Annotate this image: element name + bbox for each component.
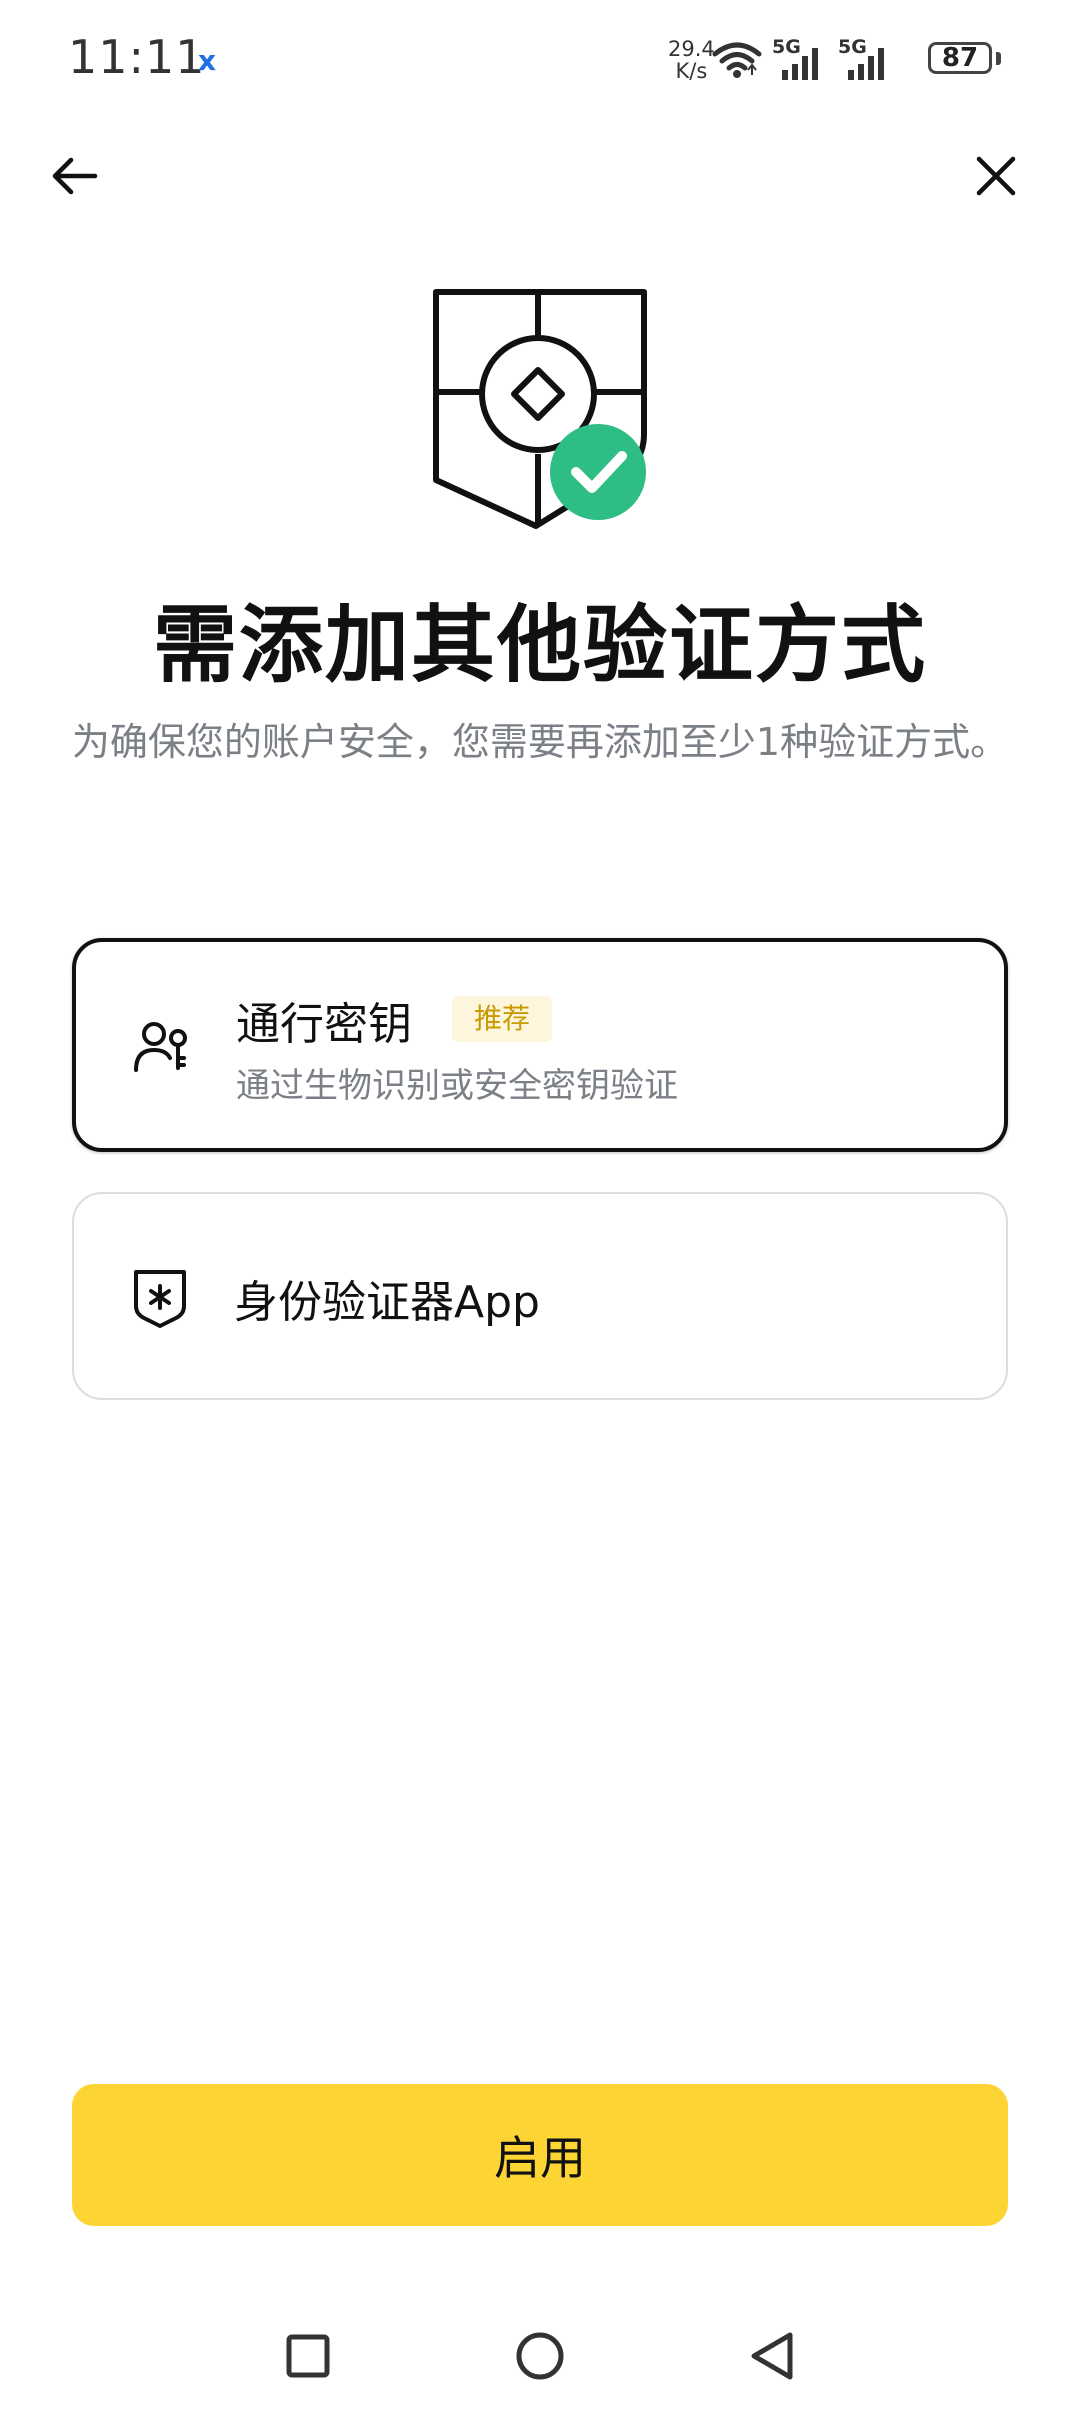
passkey-description: 通过生物识别或安全密钥验证 (236, 1066, 678, 1106)
close-icon (976, 156, 1016, 196)
recommended-badge: 推荐 (452, 996, 553, 1042)
authenticator-shield-icon (134, 1270, 186, 1328)
signal-icon: 5G (772, 36, 828, 80)
network-speed-value: 29.4 (668, 37, 715, 61)
battery-nub (996, 52, 1001, 65)
shield-check-icon (433, 289, 647, 529)
authenticator-app-title: 身份验证器App (234, 1277, 540, 1328)
arrow-left-icon (52, 157, 98, 195)
authenticator-app-option[interactable]: 身份验证器App (72, 1192, 1008, 1400)
enable-button[interactable]: 启用 (72, 2084, 1008, 2226)
close-button[interactable] (960, 140, 1032, 212)
signal-icon: 5G (838, 36, 894, 80)
battery-icon: 87 (928, 42, 992, 74)
network-speed-unit: K/s (675, 59, 708, 83)
back-button[interactable] (38, 140, 110, 212)
page-subtitle: 为确保您的账户安全，您需要再添加至少1种验证方式。 (71, 720, 1009, 764)
back-triangle-icon (751, 2332, 793, 2380)
home-circle-icon (516, 2332, 564, 2380)
status-time: 11:11 (68, 30, 206, 84)
network-speed: 29.4 K/s (668, 38, 715, 82)
back-nav-button[interactable] (736, 2320, 808, 2392)
home-button[interactable] (504, 2320, 576, 2392)
recents-square-icon (286, 2334, 330, 2378)
notification-icon: x (198, 44, 217, 77)
check-badge (550, 424, 646, 520)
passkey-option[interactable]: 通行密钥 推荐 通过生物识别或安全密钥验证 (72, 938, 1008, 1152)
passkey-title: 通行密钥 (236, 999, 412, 1050)
wifi-icon (712, 42, 762, 78)
recents-button[interactable] (272, 2320, 344, 2392)
passkey-icon (134, 1022, 187, 1072)
page-title: 需添加其他验证方式 (152, 596, 927, 694)
